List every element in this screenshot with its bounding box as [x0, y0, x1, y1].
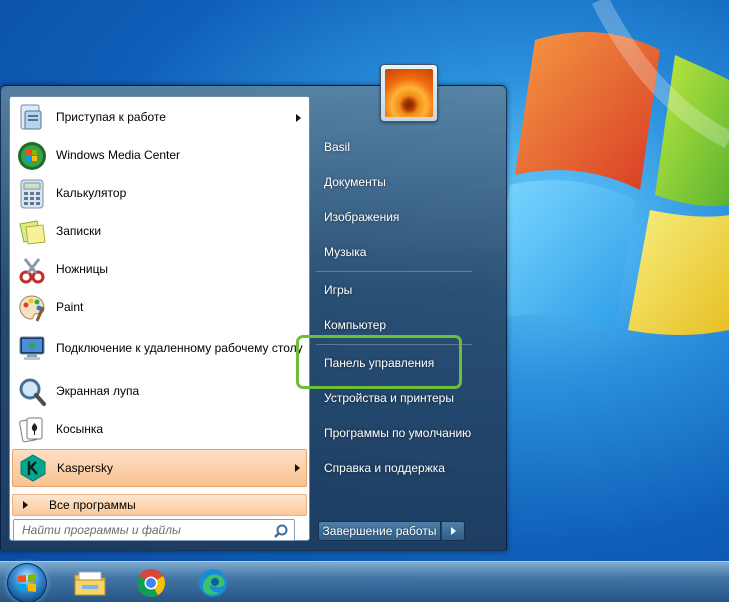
program-item-getting-started[interactable]: Приступая к работе: [12, 99, 307, 136]
triangle-right-icon: [23, 501, 28, 509]
right-item-user[interactable]: Basil: [324, 140, 350, 154]
submenu-arrow-icon: [295, 464, 300, 472]
flower-picture-icon: [385, 69, 433, 117]
program-item-magnifier[interactable]: Экранная лупа: [12, 373, 307, 410]
right-item-music[interactable]: Музыка: [324, 245, 366, 259]
right-item-help-support[interactable]: Справка и поддержка: [324, 461, 445, 475]
right-item-devices-printers[interactable]: Устройства и принтеры: [324, 391, 454, 405]
taskbar-edge-button[interactable]: [189, 564, 237, 602]
right-item-pictures[interactable]: Изображения: [324, 210, 399, 224]
taskbar: [0, 561, 729, 602]
taskbar-explorer-button[interactable]: [66, 564, 114, 602]
kaspersky-icon: [17, 452, 49, 484]
all-programs-button[interactable]: Все программы: [12, 494, 307, 516]
program-item-paint[interactable]: Paint: [12, 289, 307, 326]
program-item-calculator[interactable]: Калькулятор: [12, 175, 307, 212]
right-item-computer[interactable]: Компьютер: [324, 318, 386, 332]
shutdown-options-button[interactable]: [442, 521, 465, 541]
windows-start-orb-icon: [18, 574, 36, 592]
media-center-icon: [16, 140, 48, 172]
program-list: Приступая к работе Windows Media Center …: [10, 97, 309, 493]
sticky-notes-icon: [16, 216, 48, 248]
shutdown-button[interactable]: Завершение работы: [318, 521, 441, 541]
start-menu: Приступая к работе Windows Media Center …: [0, 85, 507, 551]
right-item-default-programs[interactable]: Программы по умолчанию: [324, 426, 471, 440]
triangle-right-icon: [450, 527, 456, 535]
start-button[interactable]: [7, 563, 47, 602]
file-explorer-icon: [74, 571, 106, 596]
program-item-solitaire[interactable]: Косынка: [12, 411, 307, 448]
program-item-snipping-tool[interactable]: Ножницы: [12, 251, 307, 288]
search-input[interactable]: [22, 523, 262, 537]
magnifier-icon: [16, 376, 48, 408]
control-panel-highlight: [296, 335, 462, 389]
program-item-sticky-notes[interactable]: Записки: [12, 213, 307, 250]
user-avatar[interactable]: [380, 64, 438, 122]
menu-separator: [316, 271, 472, 272]
taskbar-chrome-button[interactable]: [127, 564, 175, 602]
calculator-icon: [16, 178, 48, 210]
edge-icon: [199, 569, 227, 597]
remote-desktop-icon: [16, 332, 48, 364]
submenu-arrow-icon: [296, 113, 301, 122]
solitaire-icon: [16, 414, 48, 446]
program-item-media-center[interactable]: Windows Media Center: [12, 137, 307, 174]
chrome-icon: [137, 569, 165, 598]
search-icon[interactable]: [274, 524, 288, 538]
program-item-remote-desktop[interactable]: Подключение к удаленному рабочему столу: [12, 327, 307, 369]
getting-started-icon: [16, 102, 48, 134]
scissors-icon: [16, 254, 48, 286]
paint-palette-icon: [16, 292, 48, 324]
program-item-kaspersky[interactable]: Kaspersky: [12, 449, 307, 487]
search-box[interactable]: [13, 519, 295, 541]
right-item-documents[interactable]: Документы: [324, 175, 386, 189]
programs-pane: Приступая к работе Windows Media Center …: [9, 96, 310, 541]
right-item-games[interactable]: Игры: [324, 283, 352, 297]
